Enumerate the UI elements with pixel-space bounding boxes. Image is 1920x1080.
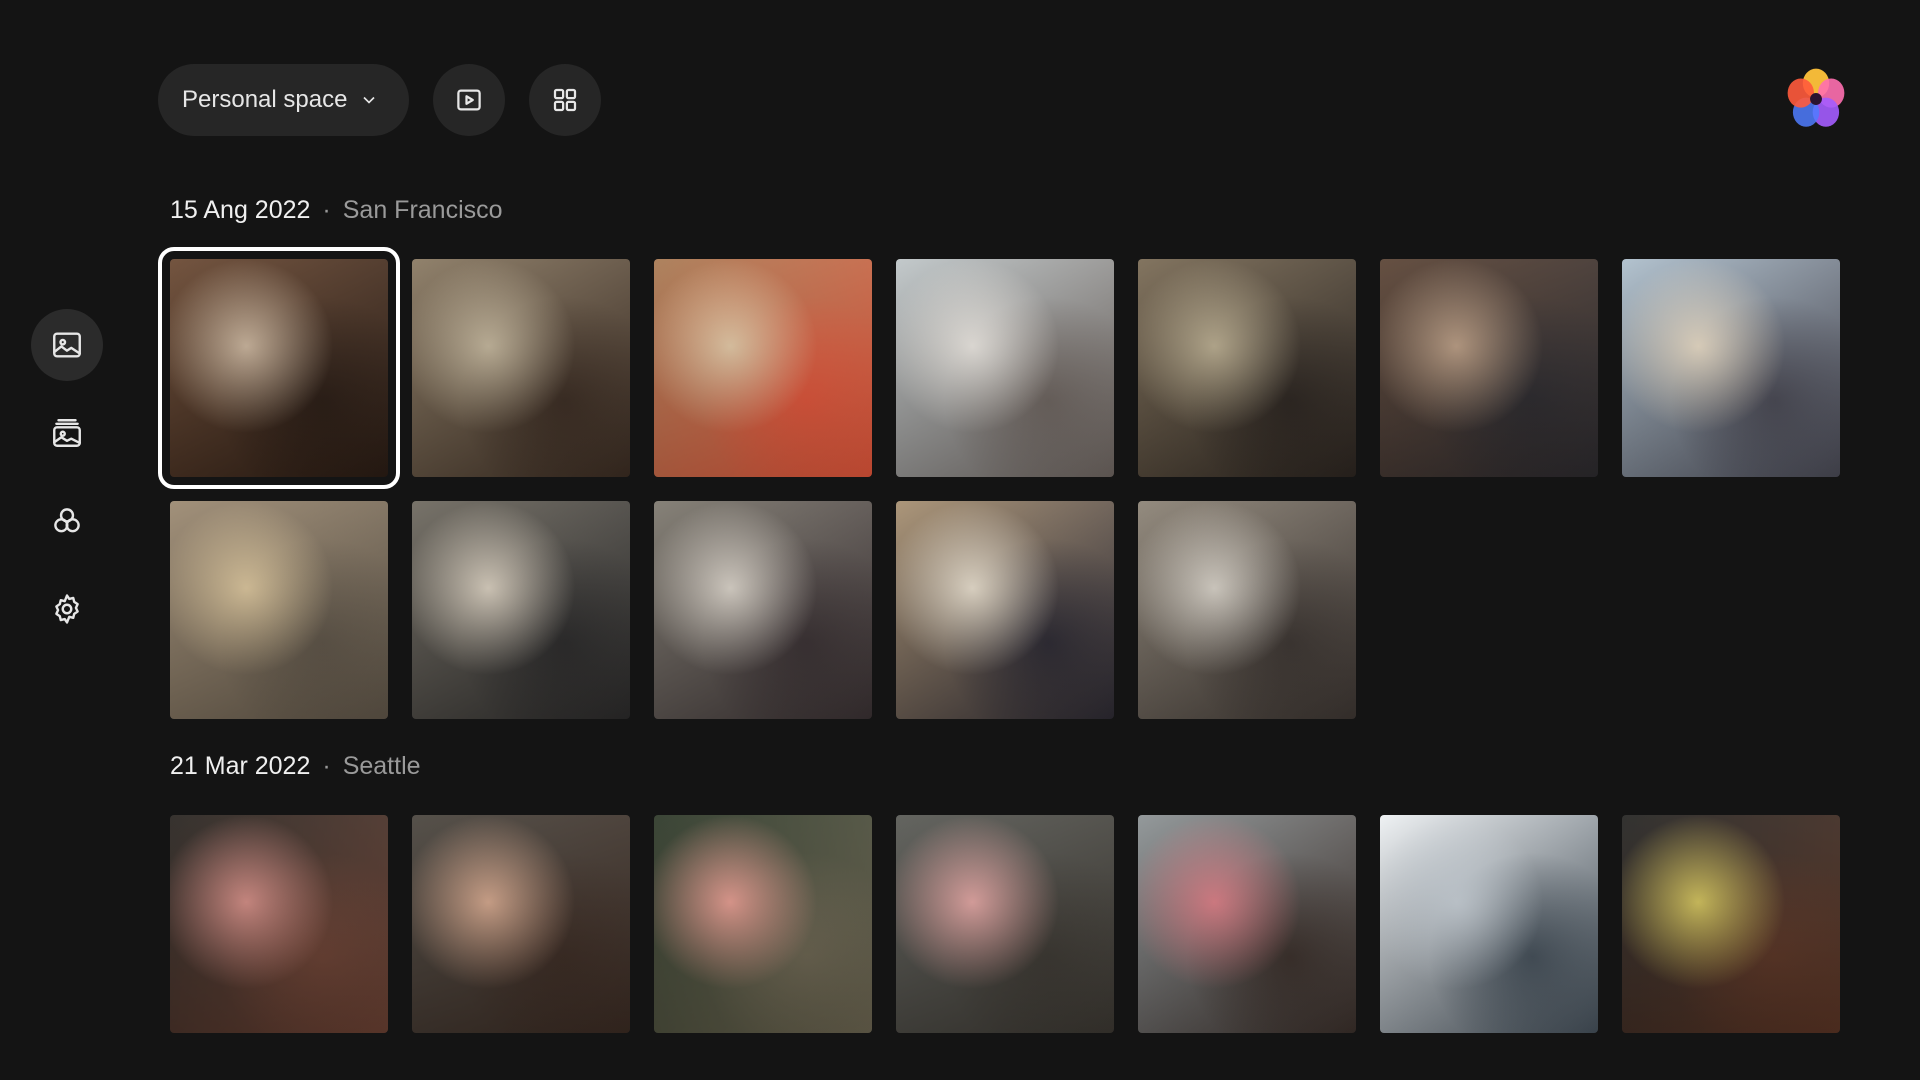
photo-shade <box>412 815 630 1033</box>
photo-shade <box>896 501 1114 719</box>
photo-thumbnail[interactable] <box>412 259 630 477</box>
photo-shade <box>896 259 1114 477</box>
sidebar-item-photos[interactable] <box>31 309 103 381</box>
photo-thumbnail[interactable] <box>896 815 1114 1033</box>
photo-grid-1-row-2 <box>170 501 1840 719</box>
photo-thumbnail[interactable] <box>896 501 1114 719</box>
photo-thumbnail[interactable] <box>412 815 630 1033</box>
photo-grid-1 <box>158 247 1840 489</box>
photo-shade <box>412 501 630 719</box>
separator-dot: · <box>322 752 331 780</box>
photo-thumbnail[interactable] <box>896 259 1114 477</box>
photo-thumbnail[interactable] <box>1138 815 1356 1033</box>
space-selector-label: Personal space <box>182 86 348 113</box>
photos-icon <box>53 332 81 358</box>
separator-dot: · <box>322 196 331 224</box>
photo-thumbnail[interactable] <box>654 259 872 477</box>
photo-thumbnail[interactable] <box>1622 259 1840 477</box>
slideshow-button[interactable] <box>433 64 506 136</box>
photo-thumbnail[interactable] <box>170 501 388 719</box>
sidebar <box>31 309 103 661</box>
photo-shade <box>896 815 1114 1033</box>
photo-shade <box>1138 815 1356 1033</box>
photo-thumbnail[interactable] <box>1138 259 1356 477</box>
sidebar-item-albums[interactable] <box>31 397 103 469</box>
grid-view-icon <box>554 88 577 112</box>
photo-library-app: Personal space 15 Ang 2022 · San Francis… <box>0 0 1920 1080</box>
photo-shade <box>1380 815 1598 1033</box>
section-date: 21 Mar 2022 <box>170 752 311 780</box>
section-location: San Francisco <box>342 196 503 224</box>
photo-shade <box>170 815 388 1033</box>
photo-thumbnail[interactable] <box>1138 501 1356 719</box>
section-header-2: 21 Mar 2022 · Seattle <box>170 752 421 781</box>
photo-shade <box>654 259 872 477</box>
space-selector-dropdown[interactable]: Personal space <box>158 64 410 136</box>
photo-shade <box>1380 259 1598 477</box>
photo-shade <box>170 259 388 477</box>
photo-shade <box>1622 259 1840 477</box>
photo-thumbnail[interactable] <box>1380 259 1598 477</box>
grid-view-button[interactable] <box>529 64 602 136</box>
shared-icon <box>54 508 80 533</box>
chevron-down-icon <box>363 96 376 104</box>
section-location: Seattle <box>342 752 421 780</box>
photo-thumbnail[interactable] <box>158 247 400 489</box>
app-logo-icon[interactable] <box>1783 66 1849 132</box>
slideshow-icon <box>457 89 482 111</box>
photo-thumbnail[interactable] <box>1380 815 1598 1033</box>
photo-shade <box>654 501 872 719</box>
sidebar-item-shared[interactable] <box>31 485 103 557</box>
photo-thumbnail[interactable] <box>654 501 872 719</box>
photo-shade <box>170 501 388 719</box>
sidebar-item-settings[interactable] <box>31 573 103 645</box>
section-header-1: 15 Ang 2022 · San Francisco <box>170 196 503 225</box>
photo-thumbnail[interactable] <box>1622 815 1840 1033</box>
settings-icon <box>55 594 79 624</box>
albums-icon <box>53 419 81 447</box>
photo-shade <box>1138 259 1356 477</box>
photo-shade <box>1138 501 1356 719</box>
photo-shade <box>412 259 630 477</box>
photo-thumbnail[interactable] <box>412 501 630 719</box>
top-toolbar: Personal space <box>158 64 602 136</box>
photo-shade <box>1622 815 1840 1033</box>
photo-grid-2 <box>170 815 1840 1033</box>
section-date: 15 Ang 2022 <box>170 196 311 224</box>
photo-thumbnail[interactable] <box>654 815 872 1033</box>
photo-thumbnail[interactable] <box>170 815 388 1033</box>
photo-shade <box>654 815 872 1033</box>
